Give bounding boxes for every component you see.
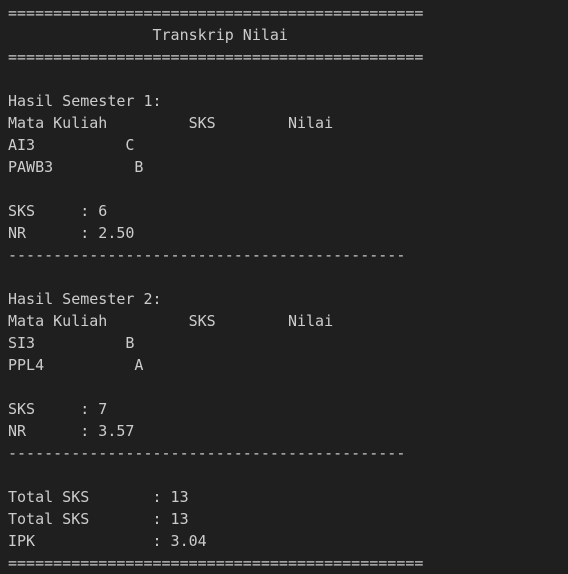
semester-2-sks: SKS : 7	[8, 400, 108, 418]
semester-2-heading: Hasil Semester 2:	[8, 290, 162, 308]
course-row: SI3 B	[8, 334, 135, 352]
separator-line: ========================================…	[8, 48, 424, 66]
ipk: IPK : 3.04	[8, 532, 207, 550]
dash-separator: ----------------------------------------…	[8, 246, 406, 264]
terminal-output: ========================================…	[0, 0, 568, 572]
total-sks: Total SKS : 13	[8, 488, 189, 506]
course-row: PPL4 A	[8, 356, 144, 374]
semester-1-heading: Hasil Semester 1:	[8, 92, 162, 110]
semester-2-nr: NR : 3.57	[8, 422, 135, 440]
dash-separator: ----------------------------------------…	[8, 444, 406, 462]
separator-line: ========================================…	[8, 554, 424, 572]
column-header: Mata Kuliah SKS Nilai	[8, 312, 334, 330]
semester-1-sks: SKS : 6	[8, 202, 108, 220]
column-header: Mata Kuliah SKS Nilai	[8, 114, 334, 132]
transcript-title: Transkrip Nilai	[8, 26, 288, 44]
separator-line: ========================================…	[8, 4, 424, 22]
total-sks: Total SKS : 13	[8, 510, 189, 528]
semester-1-nr: NR : 2.50	[8, 224, 135, 242]
course-row: AI3 C	[8, 136, 135, 154]
course-row: PAWB3 B	[8, 158, 144, 176]
